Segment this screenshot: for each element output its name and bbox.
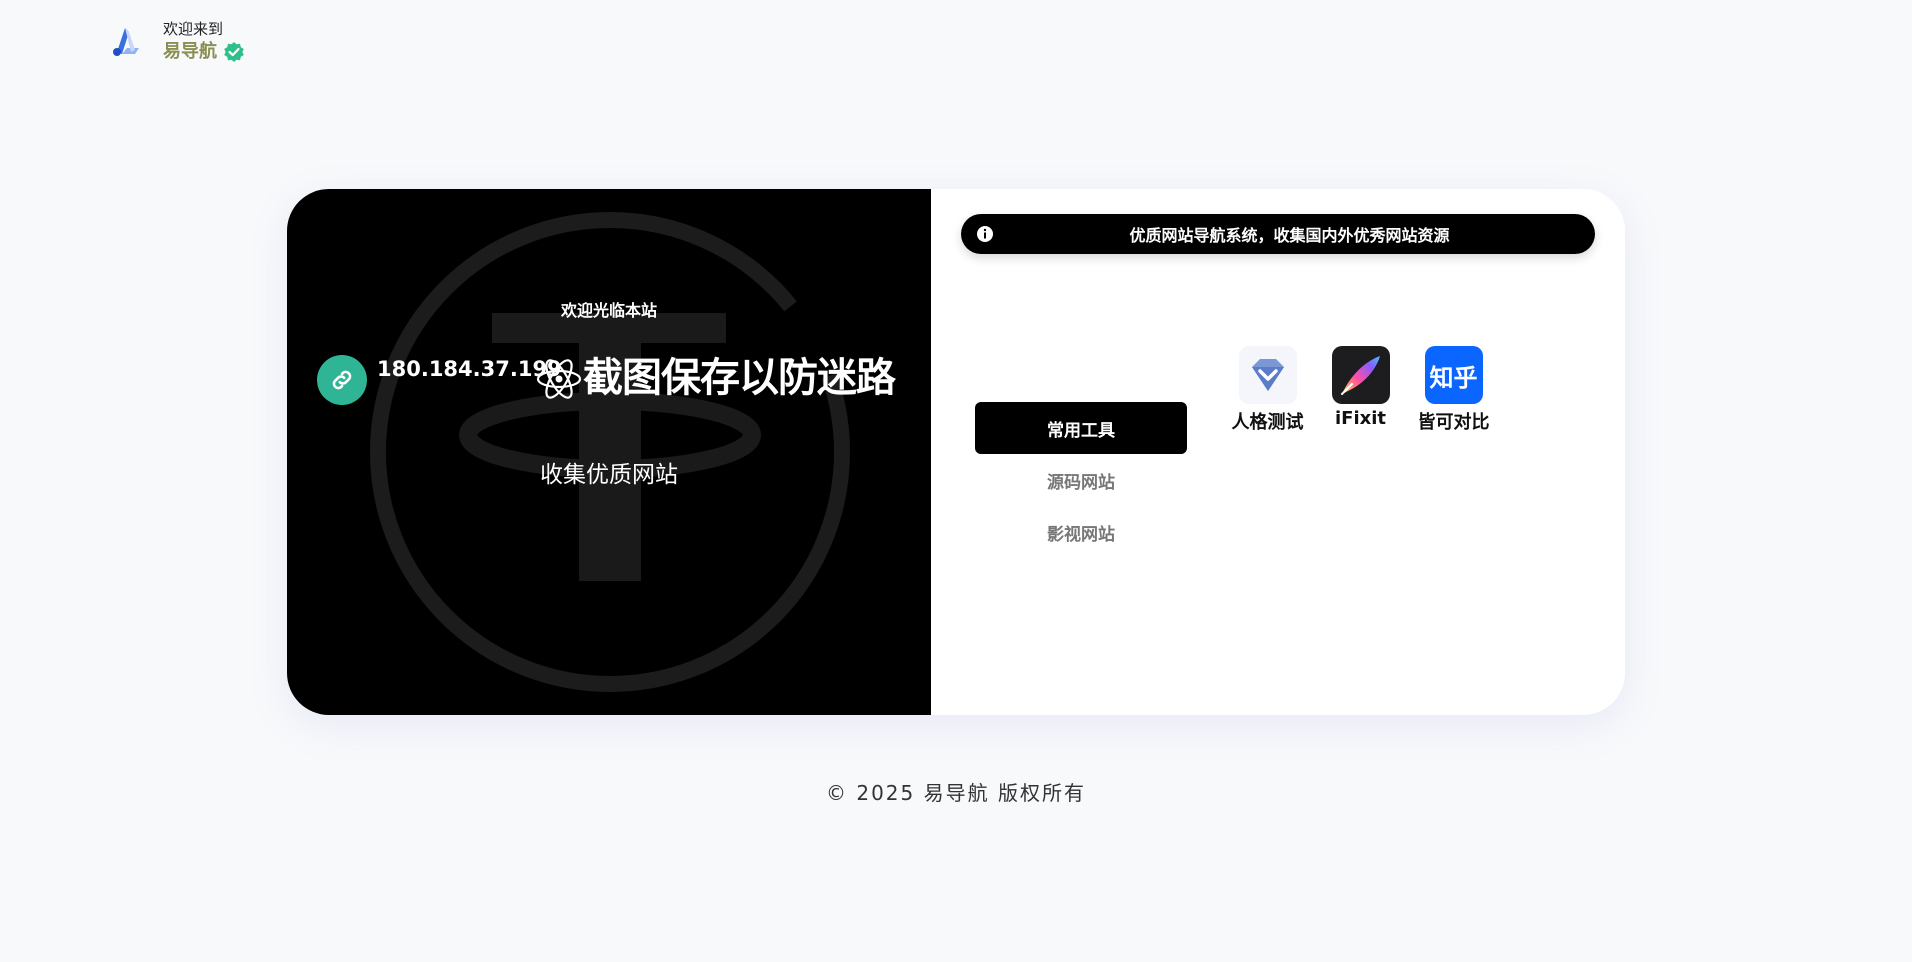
zhihu-icon: 知乎 (1424, 346, 1483, 404)
tab-source-sites[interactable]: 源码网站 (975, 454, 1187, 506)
brand-name-row: 易导航 (163, 41, 245, 63)
zhihu-icon-text: 知乎 (1429, 363, 1478, 392)
brand[interactable]: 欢迎来到 易导航 (105, 20, 245, 63)
brand-text: 欢迎来到 易导航 (163, 20, 245, 63)
verified-badge-icon (224, 42, 244, 62)
tether-watermark-icon (370, 212, 850, 692)
main-card: 欢迎光临本站 180.184.37.199 截图保存以防迷路 收集优质网站 优质… (287, 189, 1625, 715)
brand-welcome-text: 欢迎来到 (163, 20, 224, 38)
app-compare[interactable]: 知乎 皆可对比 (1407, 346, 1500, 434)
tab-common-tools[interactable]: 常用工具 (975, 402, 1187, 454)
app-personality-test[interactable]: 人格测试 (1221, 346, 1314, 434)
footer-copyright: © 2025 易导航 版权所有 (826, 781, 1086, 805)
notice-bar: 优质网站导航系统，收集国内外优秀网站资源 (961, 214, 1595, 254)
app-ifixit[interactable]: iFixit (1314, 346, 1407, 434)
nav-panel: 优质网站导航系统，收集国内外优秀网站资源 常用工具 源码网站 影视网站 人格测试 (931, 189, 1625, 715)
app-label: 皆可对比 (1417, 412, 1490, 433)
link-icon (332, 370, 352, 390)
app-grid: 人格测试 iFixit 知乎 皆可对比 (1221, 346, 1500, 434)
notice-text: 优质网站导航系统，收集国内外优秀网站资源 (1129, 226, 1450, 245)
app-label: 人格测试 (1231, 412, 1304, 433)
hero-panel: 欢迎光临本站 180.184.37.199 截图保存以防迷路 收集优质网站 (287, 189, 931, 715)
visitor-ip: 180.184.37.199 (377, 357, 562, 381)
app-label: iFixit (1334, 408, 1387, 429)
diamond-check-icon (1238, 346, 1297, 404)
hero-greeting: 欢迎光临本站 (560, 301, 657, 320)
site-logo-icon (113, 27, 139, 56)
category-tabs: 常用工具 源码网站 影视网站 (975, 402, 1187, 558)
hero-subline: 收集优质网站 (540, 462, 678, 488)
atom-icon (536, 359, 582, 399)
tab-video-sites[interactable]: 影视网站 (975, 506, 1187, 558)
info-icon (977, 226, 993, 242)
hero-headline: 截图保存以防迷路 (583, 355, 896, 401)
link-badge[interactable] (317, 355, 367, 405)
feather-brush-icon (1331, 346, 1390, 404)
brand-name: 易导航 (163, 41, 217, 62)
